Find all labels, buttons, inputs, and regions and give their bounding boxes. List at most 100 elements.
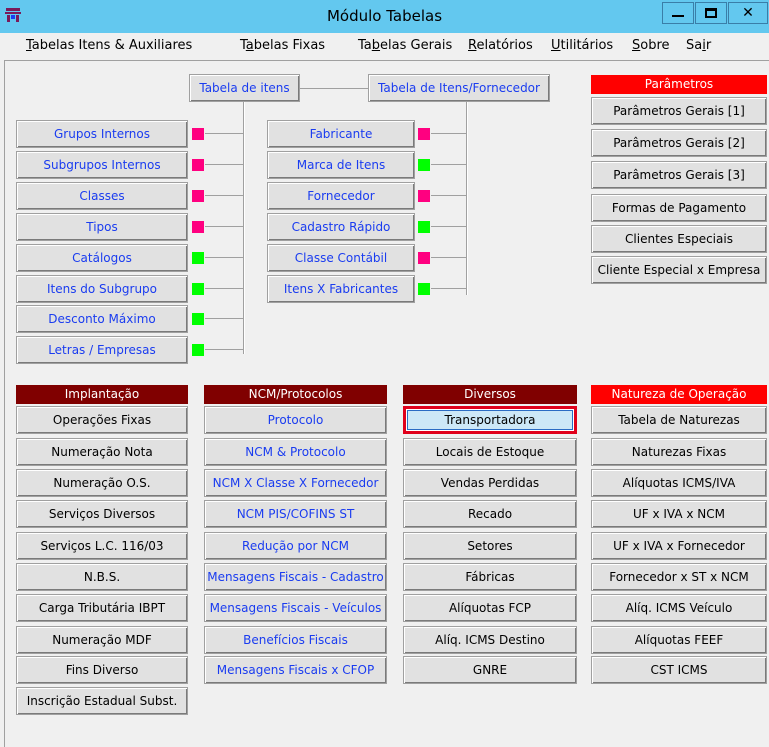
button-parametros-gerais-1[interactable]: Parâmetros Gerais [1]: [591, 97, 767, 125]
button-reducao-por-ncm[interactable]: Redução por NCM: [204, 532, 387, 560]
menu-sair[interactable]: Sair: [686, 38, 711, 53]
item-itens-do-subgrupo[interactable]: Itens do Subgrupo: [16, 275, 188, 303]
button-fabricas[interactable]: Fábricas: [403, 563, 577, 591]
button-ncm-protocolo[interactable]: NCM & Protocolo: [204, 438, 387, 466]
window-title: Módulo Tabelas: [326, 7, 443, 25]
button-fins-diverso[interactable]: Fins Diverso: [16, 656, 188, 684]
item-classe-contabil[interactable]: Classe Contábil: [267, 244, 415, 272]
menu-bar: Tabelas Itens & Auxiliares Tabelas Fixas T…: [0, 33, 769, 59]
flag-pink: [418, 190, 430, 202]
button-transportadora[interactable]: Transportadora: [403, 406, 577, 434]
close-button[interactable]: ✕: [728, 2, 768, 24]
button-servicos-l-c-116-03[interactable]: Serviços L.C. 116/03: [16, 532, 188, 560]
menu-tabelas-fixas[interactable]: Tabelas Fixas: [240, 38, 325, 53]
item-itens-x-fabricantes[interactable]: Itens X Fabricantes: [267, 275, 415, 303]
button-vendas-perdidas[interactable]: Vendas Perdidas: [403, 469, 577, 497]
button-uf-x-iva-x-ncm[interactable]: UF x IVA x NCM: [591, 500, 767, 528]
menu-text: Sa: [686, 38, 703, 53]
button-locais-de-estoque[interactable]: Locais de Estoque: [403, 438, 577, 466]
menu-text: elatórios: [476, 38, 533, 53]
connector-line: [205, 164, 243, 165]
button-numeracao-nota[interactable]: Numeração Nota: [16, 438, 188, 466]
button-parametros-gerais-3[interactable]: Parâmetros Gerais [3]: [591, 161, 767, 189]
connector-line: [205, 195, 243, 196]
button-mensagens-fiscais-cadastro[interactable]: Mensagens Fiscais - Cadastro: [204, 563, 387, 591]
button-uf-x-iva-x-fornecedor[interactable]: UF x IVA x Fornecedor: [591, 532, 767, 560]
menu-sobre[interactable]: Sobre: [632, 38, 670, 53]
button-servicos-diversos[interactable]: Serviços Diversos: [16, 500, 188, 528]
menu-text: obre: [640, 38, 670, 53]
menu-tabelas-itens-auxiliares[interactable]: Tabelas Itens & Auxiliares: [26, 38, 192, 53]
button-tabela-de-naturezas[interactable]: Tabela de Naturezas: [591, 406, 767, 434]
button-aliq-icms-destino[interactable]: Alíq. ICMS Destino: [403, 626, 577, 654]
tabela-itens-fornecedor-button[interactable]: Tabela de Itens/Fornecedor: [368, 74, 550, 102]
natureza-operacao-header: Natureza de Operação: [591, 385, 767, 404]
button-inscricao-estadual-subst[interactable]: Inscrição Estadual Subst.: [16, 687, 188, 715]
button-naturezas-fixas[interactable]: Naturezas Fixas: [591, 438, 767, 466]
button-mensagens-fiscais-veiculos[interactable]: Mensagens Fiscais - Veículos: [204, 594, 387, 622]
item-subgrupos-internos[interactable]: Subgrupos Internos: [16, 151, 188, 179]
menu-utilitarios[interactable]: Utilitários: [551, 38, 613, 53]
parametros-header: Parâmetros: [591, 75, 767, 94]
item-classes[interactable]: Classes: [16, 182, 188, 210]
tabela-de-itens-button[interactable]: Tabela de itens: [189, 74, 300, 102]
button-numeracao-o-s[interactable]: Numeração O.S.: [16, 469, 188, 497]
flag-pink: [192, 221, 204, 233]
button-aliq-icms-veiculo[interactable]: Alíq. ICMS Veículo: [591, 594, 767, 622]
menu-text: belas Fixas: [253, 38, 326, 53]
button-operacoes-fixas[interactable]: Operações Fixas: [16, 406, 188, 434]
button-beneficios-fiscais[interactable]: Benefícios Fiscais: [204, 626, 387, 654]
implantacao-header: Implantação: [16, 385, 188, 404]
item-letras-empresas[interactable]: Letras / Empresas: [16, 336, 188, 364]
menu-text: abelas Itens & Auxiliares: [31, 38, 193, 53]
connector-line: [300, 88, 368, 89]
connector-line: [205, 226, 243, 227]
button-protocolo[interactable]: Protocolo: [204, 406, 387, 434]
maximize-button[interactable]: [695, 2, 727, 24]
menu-relatorios[interactable]: Relatórios: [468, 38, 533, 53]
item-cadastro-rapido[interactable]: Cadastro Rápido: [267, 213, 415, 241]
minimize-icon: [672, 15, 684, 17]
button-numeracao-mdf[interactable]: Numeração MDF: [16, 626, 188, 654]
button-setores[interactable]: Setores: [403, 532, 577, 560]
item-catalogos[interactable]: Catálogos: [16, 244, 188, 272]
button-aliquotas-fcp[interactable]: Alíquotas FCP: [403, 594, 577, 622]
flag-pink: [192, 159, 204, 171]
button-ncm-pis-cofins-st[interactable]: NCM PIS/COFINS ST: [204, 500, 387, 528]
button-ncm-x-classe-x-fornecedor[interactable]: NCM X Classe X Fornecedor: [204, 469, 387, 497]
connector-line: [431, 288, 466, 289]
button-formas-de-pagamento[interactable]: Formas de Pagamento: [591, 194, 767, 222]
maximize-icon: [705, 8, 717, 18]
connector-line: [431, 164, 466, 165]
item-grupos-internos[interactable]: Grupos Internos: [16, 120, 188, 148]
connector-line: [205, 349, 243, 350]
menu-text: elas Gerais: [380, 38, 453, 53]
item-marca-de-itens[interactable]: Marca de Itens: [267, 151, 415, 179]
button-aliquotas-icms-iva[interactable]: Alíquotas ICMS/IVA: [591, 469, 767, 497]
button-cliente-especial-x-empresa[interactable]: Cliente Especial x Empresa: [591, 256, 767, 284]
flag-green: [192, 344, 204, 356]
diversos-header: Diversos: [403, 385, 577, 404]
button-gnre[interactable]: GNRE: [403, 656, 577, 684]
button-recado[interactable]: Recado: [403, 500, 577, 528]
item-desconto-maximo[interactable]: Desconto Máximo: [16, 305, 188, 333]
button-aliquotas-feef[interactable]: Alíquotas FEEF: [591, 626, 767, 654]
button-carga-tributaria-ibpt[interactable]: Carga Tributária IBPT: [16, 594, 188, 622]
button-clientes-especiais[interactable]: Clientes Especiais: [591, 225, 767, 253]
button-cst-icms[interactable]: CST ICMS: [591, 656, 767, 684]
item-tipos[interactable]: Tipos: [16, 213, 188, 241]
button-fornecedor-x-st-x-ncm[interactable]: Fornecedor x ST x NCM: [591, 563, 767, 591]
button-parametros-gerais-2[interactable]: Parâmetros Gerais [2]: [591, 129, 767, 157]
minimize-button[interactable]: [662, 2, 694, 24]
item-fornecedor[interactable]: Fornecedor: [267, 182, 415, 210]
flag-pink: [192, 190, 204, 202]
menu-tabelas-gerais[interactable]: Tabelas Gerais: [358, 38, 452, 53]
button-mensagens-fiscais-x-cfop[interactable]: Mensagens Fiscais x CFOP: [204, 656, 387, 684]
button-n-b-s[interactable]: N.B.S.: [16, 563, 188, 591]
flag-pink: [418, 128, 430, 140]
flag-green: [192, 252, 204, 264]
flag-pink: [418, 252, 430, 264]
flag-green: [418, 283, 430, 295]
connector-line: [431, 133, 466, 134]
item-fabricante[interactable]: Fabricante: [267, 120, 415, 148]
